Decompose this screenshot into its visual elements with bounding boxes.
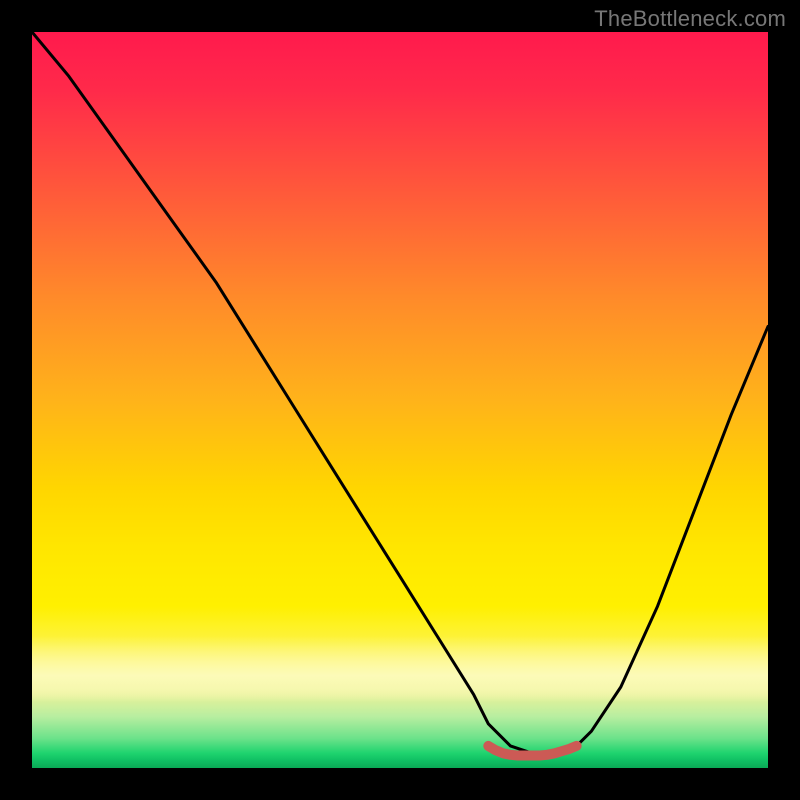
curve-line bbox=[32, 32, 768, 753]
plot-area bbox=[32, 32, 768, 768]
chart-stage: TheBottleneck.com bbox=[0, 0, 800, 800]
chart-svg bbox=[32, 32, 768, 768]
watermark-text: TheBottleneck.com bbox=[594, 6, 786, 32]
bottom-marker bbox=[488, 746, 576, 756]
